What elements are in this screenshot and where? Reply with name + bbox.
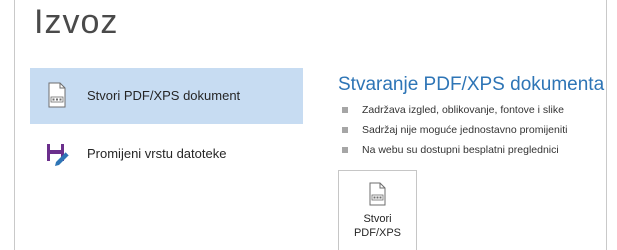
frame-divider-left — [14, 0, 15, 250]
pdf-document-icon — [368, 182, 388, 206]
feature-text: Zadržava izgled, oblikovanje, fontove i … — [362, 104, 564, 116]
page-title: Izvoz — [34, 3, 119, 41]
option-change-file-type[interactable]: Promijeni vrstu datoteke — [30, 126, 303, 182]
option-label: Promijeni vrstu datoteke — [87, 146, 227, 161]
create-button-label-line2: PDF/XPS — [353, 227, 402, 239]
feature-text: Na webu su dostupni besplatni preglednic… — [362, 144, 559, 156]
change-file-type-icon — [46, 140, 70, 166]
feature-text: Sadržaj nije moguće jednostavno promijen… — [362, 124, 568, 136]
feature-list: Zadržava izgled, oblikovanje, fontove i … — [340, 100, 567, 160]
option-label: Stvori PDF/XPS dokument — [87, 88, 241, 103]
section-title: Stvaranje PDF/XPS dokumenta — [338, 74, 605, 95]
feature-item: Sadržaj nije moguće jednostavno promijen… — [340, 120, 567, 140]
feature-item: Na webu su dostupni besplatni preglednic… — [340, 140, 567, 160]
bullet-marker — [342, 107, 348, 113]
export-page: Izvoz Stvori PDF/XPS dokument Promijeni … — [0, 0, 617, 250]
pdf-document-icon — [46, 82, 68, 108]
bullet-marker — [342, 147, 348, 153]
feature-item: Zadržava izgled, oblikovanje, fontove i … — [340, 100, 567, 120]
bullet-marker — [342, 127, 348, 133]
create-button-label: Stvori PDF/XPS — [339, 212, 416, 240]
create-button-label-line1: Stvori — [363, 213, 392, 225]
frame-divider-right — [606, 0, 607, 250]
create-pdf-xps-button[interactable]: Stvori PDF/XPS — [338, 170, 417, 250]
export-options-list: Stvori PDF/XPS dokument Promijeni vrstu … — [30, 68, 303, 182]
option-create-pdf-xps[interactable]: Stvori PDF/XPS dokument — [30, 68, 303, 124]
